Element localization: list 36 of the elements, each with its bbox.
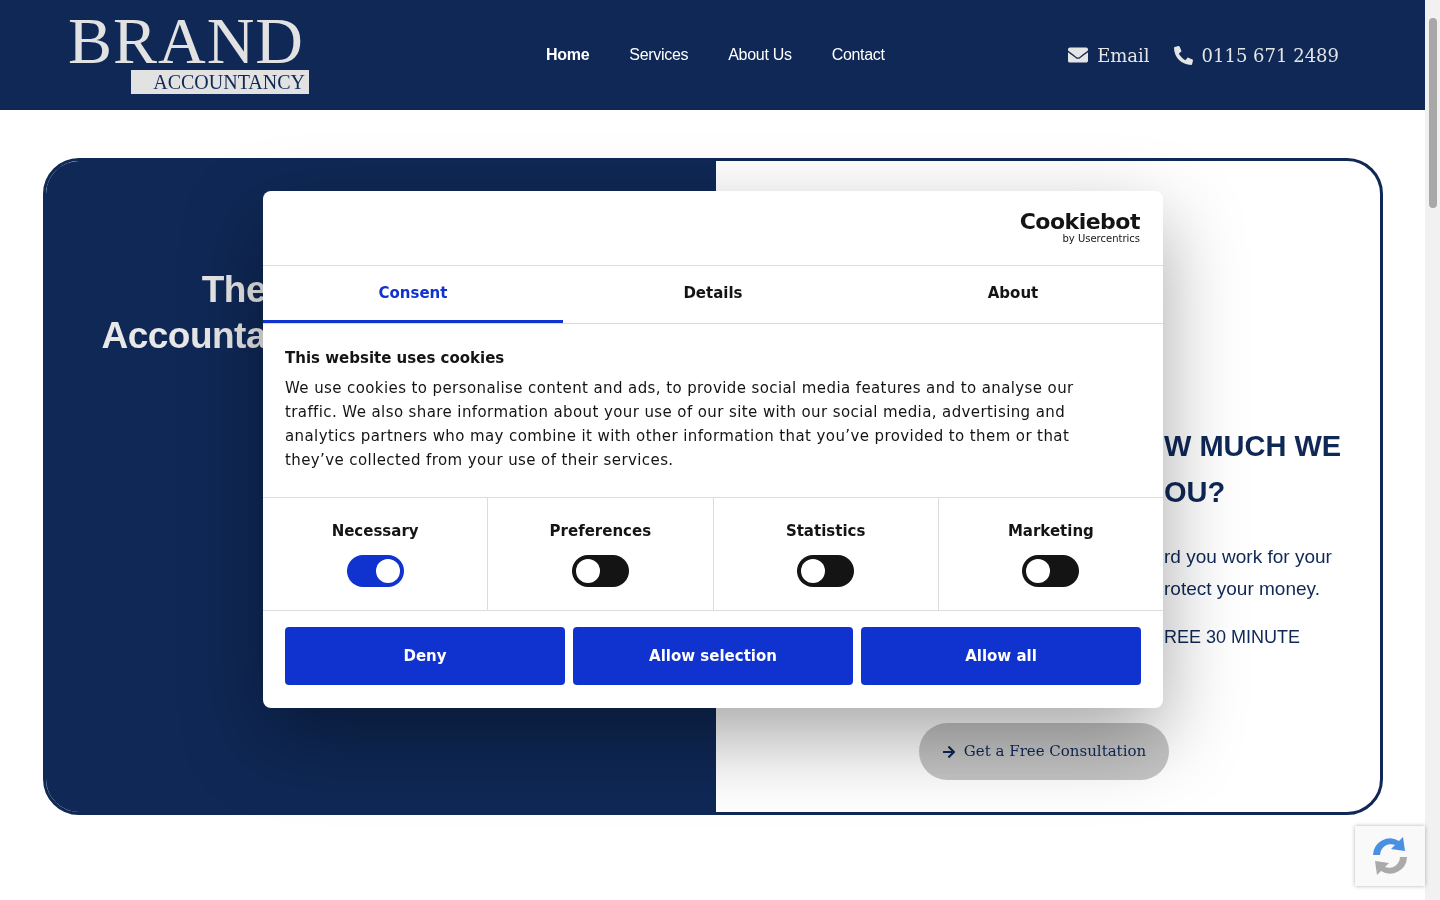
- phone-icon: [1173, 45, 1193, 65]
- nav-link[interactable]: About Us: [728, 43, 792, 67]
- category-label: Preferences: [549, 521, 652, 542]
- consent-button[interactable]: Allow all: [861, 627, 1141, 685]
- hero-text: rotect your money.: [1164, 577, 1321, 601]
- cookiebot-logo: Cookiebot by Usercentrics: [1019, 211, 1140, 245]
- logo-subtitle: ACCOUNTANCY: [131, 70, 309, 94]
- category-label: Necessary: [331, 521, 419, 542]
- nav-link[interactable]: Home: [546, 43, 590, 67]
- email-link[interactable]: Email: [1068, 41, 1150, 69]
- dialog-text: We use cookies to personalise content and ads, to provide social media features and to analyse our traffic. We also share information about your use of our site with our social media, advertising and analytics partners who may combine it with other information that you’ve provided to them or that they’ve collected from your use of their services.: [285, 378, 1075, 471]
- hero-heading: OU?: [1164, 475, 1227, 510]
- consent-button[interactable]: Allow selection: [573, 627, 853, 685]
- dialog-title: This website uses cookies: [285, 348, 506, 368]
- recaptcha-badge[interactable]: [1355, 826, 1425, 886]
- toggle-switch[interactable]: [797, 554, 855, 587]
- nav-link[interactable]: Services: [629, 43, 689, 67]
- dialog-tab[interactable]: Consent: [263, 266, 563, 323]
- category-label: Marketing: [1007, 521, 1094, 542]
- dialog-tab[interactable]: About: [863, 266, 1163, 323]
- consent-button[interactable]: Deny: [285, 627, 565, 685]
- toggle-switch[interactable]: [571, 554, 629, 587]
- hero-title: The: [201, 268, 266, 312]
- nav-link[interactable]: Contact: [831, 43, 885, 67]
- hero-title: Accounta: [101, 314, 266, 358]
- hero-heading: W MUCH WE: [1164, 429, 1343, 464]
- dialog-tab[interactable]: Details: [563, 266, 863, 323]
- category-label: Statistics: [785, 521, 866, 542]
- offer-text: REE 30 MINUTE: [1164, 626, 1302, 649]
- consultation-button[interactable]: Get a Free Consultation: [919, 723, 1169, 780]
- toggle-switch[interactable]: [346, 554, 404, 587]
- toggle-switch[interactable]: [1022, 554, 1080, 587]
- arrow-icon: [941, 744, 956, 759]
- hero-text: rd you work for your: [1164, 545, 1333, 569]
- envelope-icon: [1068, 45, 1089, 65]
- phone-number-link[interactable]: 0115 671 2489: [1173, 41, 1339, 69]
